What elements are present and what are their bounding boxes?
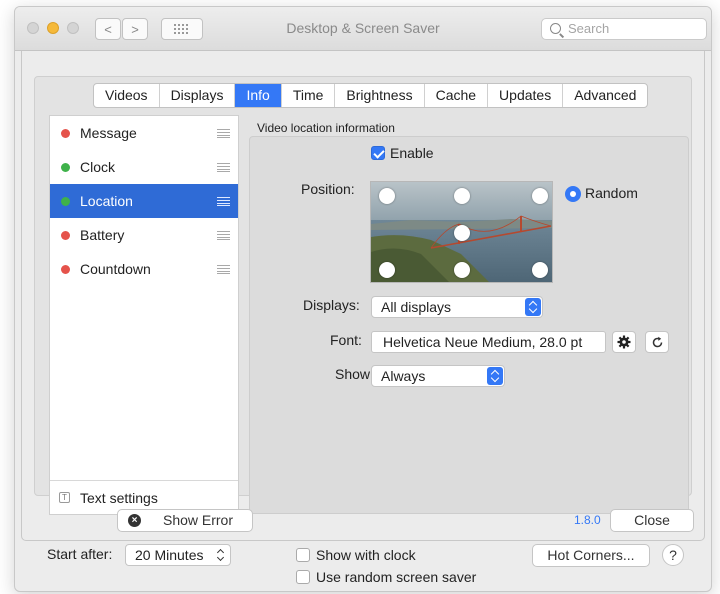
search-placeholder: Search: [568, 21, 610, 36]
show-error-label: Show Error: [162, 512, 234, 528]
displays-popup[interactable]: All displays: [371, 296, 543, 318]
status-dot-red: [61, 230, 70, 240]
font-settings-button[interactable]: [612, 331, 636, 353]
font-field[interactable]: Helvetica Neue Medium, 28.0 pt: [371, 331, 606, 353]
list-item-label: Location: [80, 193, 133, 209]
tab-displays[interactable]: Displays: [160, 84, 236, 107]
gear-icon: [617, 335, 631, 349]
group-label: Video location information: [257, 121, 395, 135]
drag-handle-icon[interactable]: [217, 128, 230, 138]
popup-arrows-icon: [525, 298, 541, 316]
drag-handle-icon[interactable]: [217, 162, 230, 172]
list-item-message[interactable]: Message: [50, 116, 238, 150]
position-label: Position:: [301, 181, 355, 197]
font-field-value: Helvetica Neue Medium, 28.0 pt: [383, 334, 583, 350]
show-error-button[interactable]: × Show Error: [117, 509, 253, 532]
tab-bar: Videos Displays Info Time Brightness Cac…: [93, 83, 649, 108]
tab-content-box: Videos Displays Info Time Brightness Cac…: [34, 76, 692, 515]
position-dot-bottom-left[interactable]: [379, 262, 395, 278]
reset-font-button[interactable]: [645, 331, 669, 353]
position-dot-top-center[interactable]: [454, 188, 470, 204]
show-with-clock-checkbox[interactable]: [296, 548, 310, 562]
list-item-label: Battery: [80, 227, 125, 243]
start-after-popup[interactable]: 20 Minutes: [125, 544, 231, 566]
tab-time[interactable]: Time: [282, 84, 336, 107]
tab-brightness[interactable]: Brightness: [335, 84, 425, 107]
random-screen-saver-checkbox[interactable]: [296, 570, 310, 584]
list-item-location[interactable]: Location: [50, 184, 238, 218]
random-label: Random: [585, 185, 638, 201]
grid-icon: [174, 24, 188, 34]
drag-handle-icon[interactable]: [217, 230, 230, 240]
position-dot-center[interactable]: [454, 225, 470, 241]
info-item-list: Message Clock Location Battery Countdown…: [49, 115, 239, 515]
text-settings-label: Text settings: [80, 489, 158, 506]
displays-popup-value: All displays: [381, 299, 452, 315]
drag-handle-icon[interactable]: [217, 264, 230, 274]
tab-videos[interactable]: Videos: [94, 84, 160, 107]
preferences-window: < > Desktop & Screen Saver Search Videos…: [14, 6, 712, 592]
error-icon: ×: [128, 514, 141, 527]
tab-advanced[interactable]: Advanced: [563, 84, 647, 107]
displays-label: Displays:: [303, 297, 360, 313]
position-dot-bottom-center[interactable]: [454, 262, 470, 278]
status-dot-green: [61, 196, 70, 206]
hot-corners-button[interactable]: Hot Corners...: [532, 544, 650, 567]
position-preview: [370, 181, 553, 283]
popup-arrows-icon: [487, 367, 503, 385]
aerial-settings-sheet: Videos Displays Info Time Brightness Cac…: [21, 51, 705, 541]
version-link[interactable]: 1.8.0: [574, 513, 601, 527]
list-item-battery[interactable]: Battery: [50, 218, 238, 252]
list-item-label: Message: [80, 125, 137, 141]
back-button[interactable]: <: [95, 18, 121, 40]
list-item-countdown[interactable]: Countdown: [50, 252, 238, 286]
search-field[interactable]: Search: [541, 18, 707, 40]
random-radio[interactable]: [565, 186, 581, 202]
start-after-value: 20 Minutes: [135, 547, 204, 563]
tab-info[interactable]: Info: [235, 84, 282, 107]
help-button[interactable]: ?: [662, 544, 684, 566]
list-item-clock[interactable]: Clock: [50, 150, 238, 184]
popup-arrows-icon: [217, 548, 225, 562]
position-dot-top-right[interactable]: [532, 188, 548, 204]
tab-cache[interactable]: Cache: [425, 84, 489, 107]
minimize-window-button[interactable]: [47, 22, 59, 34]
show-with-clock-label: Show with clock: [316, 547, 416, 563]
status-dot-green: [61, 162, 70, 172]
status-dot-red: [61, 128, 70, 138]
font-label: Font:: [330, 332, 362, 348]
forward-button[interactable]: >: [122, 18, 148, 40]
random-screen-saver-label: Use random screen saver: [316, 569, 477, 585]
show-label: Show:: [335, 366, 374, 382]
list-item-label: Countdown: [80, 261, 151, 277]
show-popup-value: Always: [381, 368, 426, 384]
enable-checkbox[interactable]: [371, 146, 385, 160]
close-button[interactable]: Close: [610, 509, 694, 532]
position-dot-top-left[interactable]: [379, 188, 395, 204]
close-window-button[interactable]: [27, 22, 39, 34]
start-after-label: Start after:: [47, 546, 113, 562]
show-popup[interactable]: Always: [371, 365, 505, 387]
search-icon: [550, 23, 561, 34]
enable-label: Enable: [390, 145, 434, 161]
title-bar: < > Desktop & Screen Saver Search: [15, 7, 711, 51]
tab-updates[interactable]: Updates: [488, 84, 564, 107]
zoom-window-button[interactable]: [67, 22, 79, 34]
show-all-button[interactable]: [161, 18, 203, 40]
drag-handle-icon[interactable]: [217, 196, 230, 206]
position-dot-bottom-right[interactable]: [532, 262, 548, 278]
list-item-label: Clock: [80, 159, 116, 175]
text-settings-icon: T: [59, 492, 70, 503]
status-dot-red: [61, 264, 70, 274]
refresh-icon: [652, 336, 662, 347]
